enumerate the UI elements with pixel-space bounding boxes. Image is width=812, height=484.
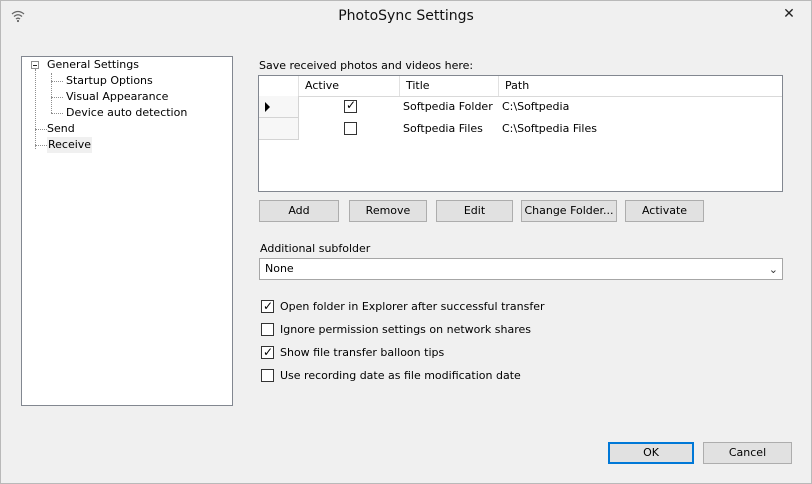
cancel-button[interactable]: Cancel <box>703 442 792 464</box>
tree-item-label: Send <box>47 122 75 135</box>
row-active-checkbox[interactable] <box>344 122 357 135</box>
tree-item-receive[interactable]: Receive <box>22 137 222 153</box>
table-row[interactable]: Softpedia Files C:\Softpedia Files <box>259 118 782 140</box>
ignore-permissions-checkbox[interactable] <box>261 323 274 336</box>
settings-window: PhotoSync Settings ✕ General Settings St… <box>0 0 812 484</box>
tree-item-general-settings[interactable]: General Settings <box>22 57 222 73</box>
window-title: PhotoSync Settings <box>338 8 474 24</box>
settings-tree[interactable]: General Settings Startup Options Visual … <box>21 56 233 406</box>
change-folder-button[interactable]: Change Folder... <box>521 200 617 222</box>
tree-item-label: Receive <box>47 137 93 153</box>
grid-header: Active Title Path <box>259 76 782 97</box>
row-title: Softpedia Files <box>403 122 483 135</box>
collapse-icon[interactable] <box>31 61 39 69</box>
ok-button[interactable]: OK <box>608 442 694 464</box>
tree-item-label: General Settings <box>47 58 139 71</box>
title-bar[interactable]: PhotoSync Settings ✕ <box>1 1 811 31</box>
row-path: C:\Softpedia <box>502 100 570 113</box>
chevron-down-icon: ⌄ <box>768 263 778 276</box>
subfolder-label: Additional subfolder <box>260 242 371 255</box>
option-label: Use recording date as file modification … <box>280 369 521 382</box>
row-selector[interactable] <box>259 118 299 140</box>
option-label: Open folder in Explorer after successful… <box>280 300 545 313</box>
tree-item-label: Visual Appearance <box>66 90 169 103</box>
close-icon: ✕ <box>783 6 795 22</box>
tree-item-label: Startup Options <box>66 74 153 87</box>
tree-item-device-auto-detection[interactable]: Device auto detection <box>22 105 222 121</box>
close-button[interactable]: ✕ <box>773 3 805 25</box>
table-row[interactable]: Softpedia Folder C:\Softpedia <box>259 96 782 118</box>
activate-button[interactable]: Activate <box>625 200 704 222</box>
folders-grid[interactable]: Active Title Path Softpedia Folder C:\So… <box>258 75 783 192</box>
tree-item-send[interactable]: Send <box>22 121 222 137</box>
recording-date-checkbox[interactable] <box>261 369 274 382</box>
save-location-label: Save received photos and videos here: <box>259 59 474 72</box>
column-header-title[interactable]: Title <box>400 76 499 96</box>
row-path: C:\Softpedia Files <box>502 122 597 135</box>
tree-item-startup-options[interactable]: Startup Options <box>22 73 222 89</box>
row-header-corner <box>259 76 299 96</box>
row-title: Softpedia Folder <box>403 100 493 113</box>
edit-button[interactable]: Edit <box>436 200 513 222</box>
column-header-active[interactable]: Active <box>299 76 400 96</box>
row-active-checkbox[interactable] <box>344 98 357 113</box>
tree-item-label: Device auto detection <box>66 106 188 119</box>
subfolder-value: None <box>265 262 294 275</box>
option-label: Show file transfer balloon tips <box>280 346 445 359</box>
add-button[interactable]: Add <box>259 200 339 222</box>
column-header-path[interactable]: Path <box>499 76 782 96</box>
option-label: Ignore permission settings on network sh… <box>280 323 531 336</box>
tree-item-visual-appearance[interactable]: Visual Appearance <box>22 89 222 105</box>
row-pointer-icon <box>265 102 270 112</box>
open-folder-checkbox[interactable] <box>261 298 274 314</box>
row-selector[interactable] <box>259 96 299 118</box>
remove-button[interactable]: Remove <box>349 200 427 222</box>
balloon-tips-checkbox[interactable] <box>261 344 274 360</box>
subfolder-select[interactable]: None ⌄ <box>259 258 783 280</box>
